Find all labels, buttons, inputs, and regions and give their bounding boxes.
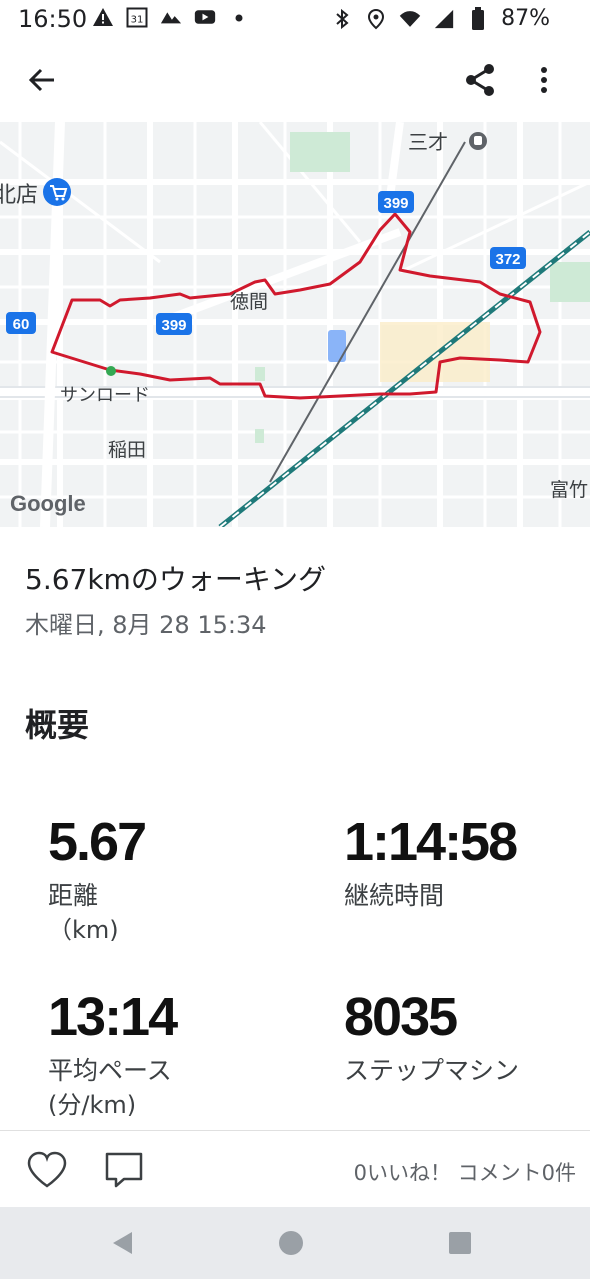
share-icon — [466, 64, 494, 96]
comment-button[interactable] — [104, 1151, 144, 1189]
start-marker — [106, 366, 116, 376]
stat-pace: 13:14 平均ペース (分/km) — [48, 987, 178, 1122]
nav-back-button[interactable] — [106, 1227, 138, 1259]
like-button[interactable] — [26, 1151, 68, 1189]
svg-text:31: 31 — [131, 15, 144, 26]
nav-recents-icon — [449, 1232, 471, 1254]
stat-value: 13:14 — [48, 987, 178, 1047]
stat-unit: （km) — [48, 916, 119, 944]
map-label-sunroad: サンロード — [60, 385, 150, 406]
route-shield-399-left: 399 — [156, 313, 192, 335]
status-bar: 16:50 31 87% — [0, 0, 590, 38]
maps-icon — [160, 6, 182, 28]
map-label-tokuma: 徳間 — [230, 291, 268, 313]
route-shield-60: 60 — [6, 312, 36, 334]
app-bar — [0, 40, 590, 120]
more-vert-icon — [541, 67, 547, 93]
google-logo: Google — [10, 491, 86, 516]
svg-text:60: 60 — [13, 316, 30, 333]
stat-label: ステップマシン — [344, 1056, 520, 1085]
status-time: 16:50 — [18, 5, 88, 33]
arrow-left-icon — [28, 68, 54, 92]
map-label-inada: 稲田 — [108, 439, 146, 461]
youtube-icon — [194, 6, 216, 28]
share-button[interactable] — [460, 60, 500, 100]
svg-text:399: 399 — [161, 317, 186, 334]
more-options-button[interactable] — [526, 60, 562, 100]
signal-icon — [433, 8, 455, 30]
shopping-cart-icon — [43, 178, 71, 206]
stat-duration: 1:14:58 継続時間 — [344, 812, 518, 913]
map-canvas: 399 372 399 60 三才 北店 徳間 サンロード 稲田 富竹 Goog… — [0, 122, 590, 527]
stat-distance: 5.67 距離 （km) — [48, 812, 147, 947]
status-left-icons: 31 — [92, 6, 250, 28]
likes-comments-count[interactable]: 0いいね！ コメント0件 — [354, 1157, 576, 1187]
stat-label: 継続時間 — [344, 881, 445, 910]
status-right-icons: 87% — [331, 6, 550, 31]
heart-outline-icon — [27, 1151, 67, 1188]
social-footer: 0いいね！ コメント0件 — [0, 1131, 590, 1207]
nav-recents-button[interactable] — [444, 1227, 476, 1259]
calendar-31-icon: 31 — [126, 6, 148, 28]
stat-label: 距離 — [48, 881, 99, 910]
stat-value: 1:14:58 — [344, 812, 518, 872]
system-nav-bar — [0, 1207, 590, 1279]
map-label-station: 三才 — [408, 130, 448, 154]
bluetooth-icon — [331, 8, 353, 30]
nav-home-button[interactable] — [275, 1227, 307, 1259]
summary-heading: 概要 — [25, 706, 90, 744]
battery-level: 87% — [501, 6, 550, 31]
nav-back-icon — [113, 1232, 132, 1254]
stat-label: 平均ペース — [48, 1056, 172, 1085]
stat-value: 5.67 — [48, 812, 147, 872]
activity-title: 5.67kmのウォーキング — [25, 563, 326, 596]
stat-unit: (分/km) — [48, 1091, 137, 1119]
stat-steps: 8035 ステップマシン — [344, 990, 519, 1088]
route-map[interactable]: 399 372 399 60 三才 北店 徳間 サンロード 稲田 富竹 Goog… — [0, 122, 590, 527]
battery-icon — [467, 6, 489, 30]
wifi-icon — [399, 8, 421, 30]
map-label-shop: 北店 — [0, 183, 38, 208]
dot-icon — [228, 6, 250, 28]
stat-value: 8035 — [344, 987, 458, 1047]
route-shield-399-top: 399 — [378, 191, 414, 213]
comment-outline-icon — [105, 1152, 143, 1188]
back-button[interactable] — [22, 60, 62, 100]
activity-date: 木曜日, 8月 28 15:34 — [25, 611, 267, 639]
svg-text:372: 372 — [495, 251, 520, 268]
svg-text:399: 399 — [383, 195, 408, 212]
map-label-tomi: 富竹 — [550, 479, 588, 501]
nav-home-icon — [279, 1231, 303, 1255]
warning-icon — [92, 6, 114, 28]
route-shield-372: 372 — [490, 247, 526, 269]
location-icon — [365, 8, 387, 30]
